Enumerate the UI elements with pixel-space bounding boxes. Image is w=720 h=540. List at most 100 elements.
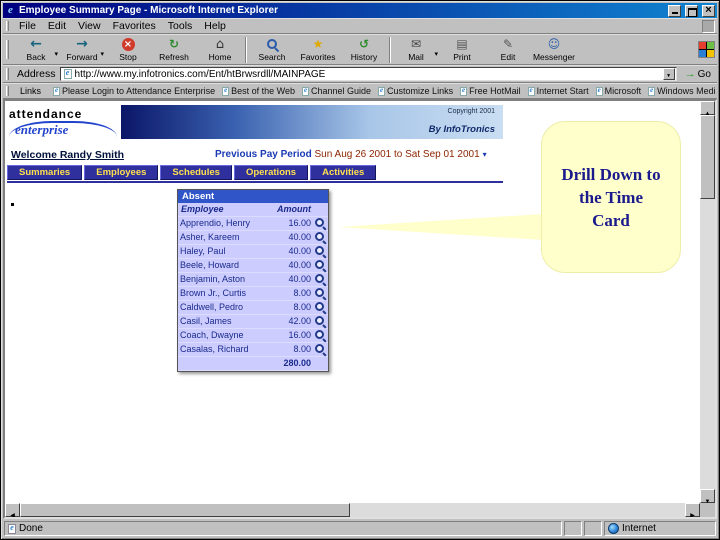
toolbar-grip[interactable] — [6, 39, 9, 60]
maximize-button[interactable] — [685, 4, 698, 17]
callout-bubble: Drill Down to the Time Card — [541, 121, 681, 273]
employee-row[interactable]: Benjamin, Aston 40.00 — [178, 272, 328, 287]
toolbar-button[interactable]: Search — [249, 36, 295, 64]
toolbar-button[interactable]: ★ Favorites — [295, 36, 341, 64]
magnifier-icon[interactable] — [315, 343, 326, 355]
toolbar-button[interactable]: ← Back — [13, 36, 59, 64]
magnifier-icon[interactable] — [315, 315, 326, 327]
employee-row[interactable]: Beele, Howard 40.00 — [178, 258, 328, 273]
magnifier-icon[interactable] — [315, 287, 326, 299]
dropdown-caret-icon[interactable] — [100, 43, 104, 61]
copyright-text: Copyright 2001 — [447, 108, 495, 115]
menu-item[interactable]: Favorites — [107, 20, 162, 32]
employee-row[interactable]: Haley, Paul 40.00 — [178, 244, 328, 259]
magnifier-icon[interactable] — [315, 329, 326, 341]
employee-column-header: Employee — [178, 203, 275, 217]
link-item[interactable]: Customize Links — [378, 86, 453, 96]
toolbar-button[interactable]: ✉ Mail — [393, 36, 439, 64]
menu-bar: File Edit View Favorites Tools Help — [3, 18, 717, 34]
search-icon — [266, 38, 279, 51]
toolbar-separator — [245, 36, 247, 63]
employee-name-cell: Haley, Paul — [178, 244, 275, 259]
link-item[interactable]: Windows Media — [648, 86, 715, 96]
toolbar-button[interactable]: → Forward — [59, 36, 105, 64]
scroll-down-button[interactable] — [700, 489, 715, 503]
minimize-button[interactable] — [668, 4, 681, 17]
nav-tab[interactable]: Activities — [310, 165, 377, 180]
link-item[interactable]: Internet Start — [527, 86, 589, 96]
employee-row[interactable]: Apprendio, Henry 16.00 — [178, 216, 328, 231]
employee-row[interactable]: Brown Jr., Curtis 8.00 — [178, 286, 328, 301]
pay-period-dropdown-icon[interactable] — [480, 149, 487, 160]
horizontal-scroll-thumb[interactable] — [20, 503, 350, 517]
magnifier-icon[interactable] — [315, 231, 326, 243]
link-item[interactable]: Channel Guide — [302, 86, 371, 96]
back-icon: ← — [30, 35, 42, 52]
magnifier-icon[interactable] — [315, 217, 326, 229]
nav-tab[interactable]: Summaries — [7, 165, 83, 180]
brand-icon — [702, 19, 715, 33]
employee-row[interactable]: Caldwell, Pedro 8.00 — [178, 300, 328, 315]
status-text: Done — [19, 523, 43, 534]
pay-period-selector[interactable]: Previous Pay Period Sun Aug 26 2001 to S… — [215, 149, 487, 160]
history-icon: ↺ — [358, 36, 370, 51]
toolbar-button[interactable]: ↻ Refresh — [151, 36, 197, 64]
employee-row[interactable]: Asher, Kareem 40.00 — [178, 230, 328, 245]
toolbar-button[interactable]: ✎ Edit — [485, 36, 531, 64]
link-item[interactable]: Microsoft — [595, 86, 641, 96]
go-button[interactable]: Go — [681, 68, 715, 80]
close-button[interactable] — [702, 4, 715, 17]
toolbar-separator — [389, 36, 391, 63]
menu-item[interactable]: Edit — [42, 20, 72, 32]
vertical-scroll-thumb[interactable] — [700, 115, 715, 199]
address-dropdown-button[interactable] — [662, 68, 675, 80]
favorites-icon: ★ — [312, 36, 324, 51]
amount-cell: 40.00 — [275, 230, 313, 245]
page-bullet — [11, 203, 14, 206]
toolbar-button[interactable]: ▤ Print — [439, 36, 485, 64]
menu-item[interactable]: Tools — [162, 20, 199, 32]
link-item[interactable]: Please Login to Attendance Enterprise — [53, 86, 215, 96]
toolbar-button[interactable]: ⌂ Home — [197, 36, 243, 64]
toolbar-grip[interactable] — [6, 20, 9, 32]
nav-tab[interactable]: Employees — [84, 165, 159, 180]
horizontal-scrollbar[interactable] — [5, 503, 700, 517]
nav-tabs: Summaries Employees Schedules Operations Act… — [7, 165, 377, 180]
address-input[interactable]: http://www.my.infotronics.com/Ent/htBrws… — [59, 67, 677, 81]
toolbar-grip[interactable] — [6, 85, 9, 97]
employee-row[interactable]: Coach, Dwayne 16.00 — [178, 328, 328, 343]
link-item[interactable]: Free HotMail — [460, 86, 521, 96]
toolbar-grip[interactable] — [6, 68, 9, 80]
magnifier-icon[interactable] — [315, 259, 326, 271]
scroll-left-button[interactable] — [5, 503, 20, 517]
scroll-right-button[interactable] — [685, 503, 700, 517]
employee-name-cell: Asher, Kareem — [178, 230, 275, 245]
magnifier-icon[interactable] — [315, 301, 326, 313]
employee-name-cell: Caldwell, Pedro — [178, 300, 275, 315]
status-bar: Done Internet — [3, 519, 717, 537]
menu-item[interactable]: View — [72, 20, 107, 32]
menu-item[interactable]: File — [13, 20, 42, 32]
magnifier-icon[interactable] — [315, 273, 326, 285]
amount-cell: 8.00 — [275, 300, 313, 315]
pay-period-label: Previous Pay Period — [215, 149, 312, 160]
nav-tab[interactable]: Operations — [233, 165, 309, 180]
toolbar-button[interactable]: ↺ History — [341, 36, 387, 64]
employee-row[interactable]: Casalas, Richard 8.00 — [178, 342, 328, 357]
vertical-scrollbar[interactable] — [700, 101, 715, 503]
links-bar: Links Please Login to Attendance Enterpr… — [3, 83, 717, 99]
magnifier-icon[interactable] — [315, 245, 326, 257]
employee-row[interactable]: Casil, James 42.00 — [178, 314, 328, 329]
pay-period-dates: Sun Aug 26 2001 to Sat Sep 01 2001 — [314, 149, 480, 160]
dropdown-caret-icon[interactable] — [54, 43, 58, 61]
toolbar-button[interactable]: × Stop — [105, 36, 151, 64]
dropdown-caret-icon[interactable] — [434, 43, 438, 61]
employee-name-cell: Benjamin, Aston — [178, 272, 275, 287]
nav-tab[interactable]: Schedules — [160, 165, 232, 180]
status-message-panel: Done — [4, 521, 562, 536]
link-item[interactable]: Best of the Web — [222, 86, 295, 96]
toolbar-button[interactable]: ☺ Messenger — [531, 36, 577, 64]
scroll-up-button[interactable] — [700, 101, 715, 115]
menu-item[interactable]: Help — [198, 20, 232, 32]
amount-cell: 16.00 — [275, 216, 313, 231]
